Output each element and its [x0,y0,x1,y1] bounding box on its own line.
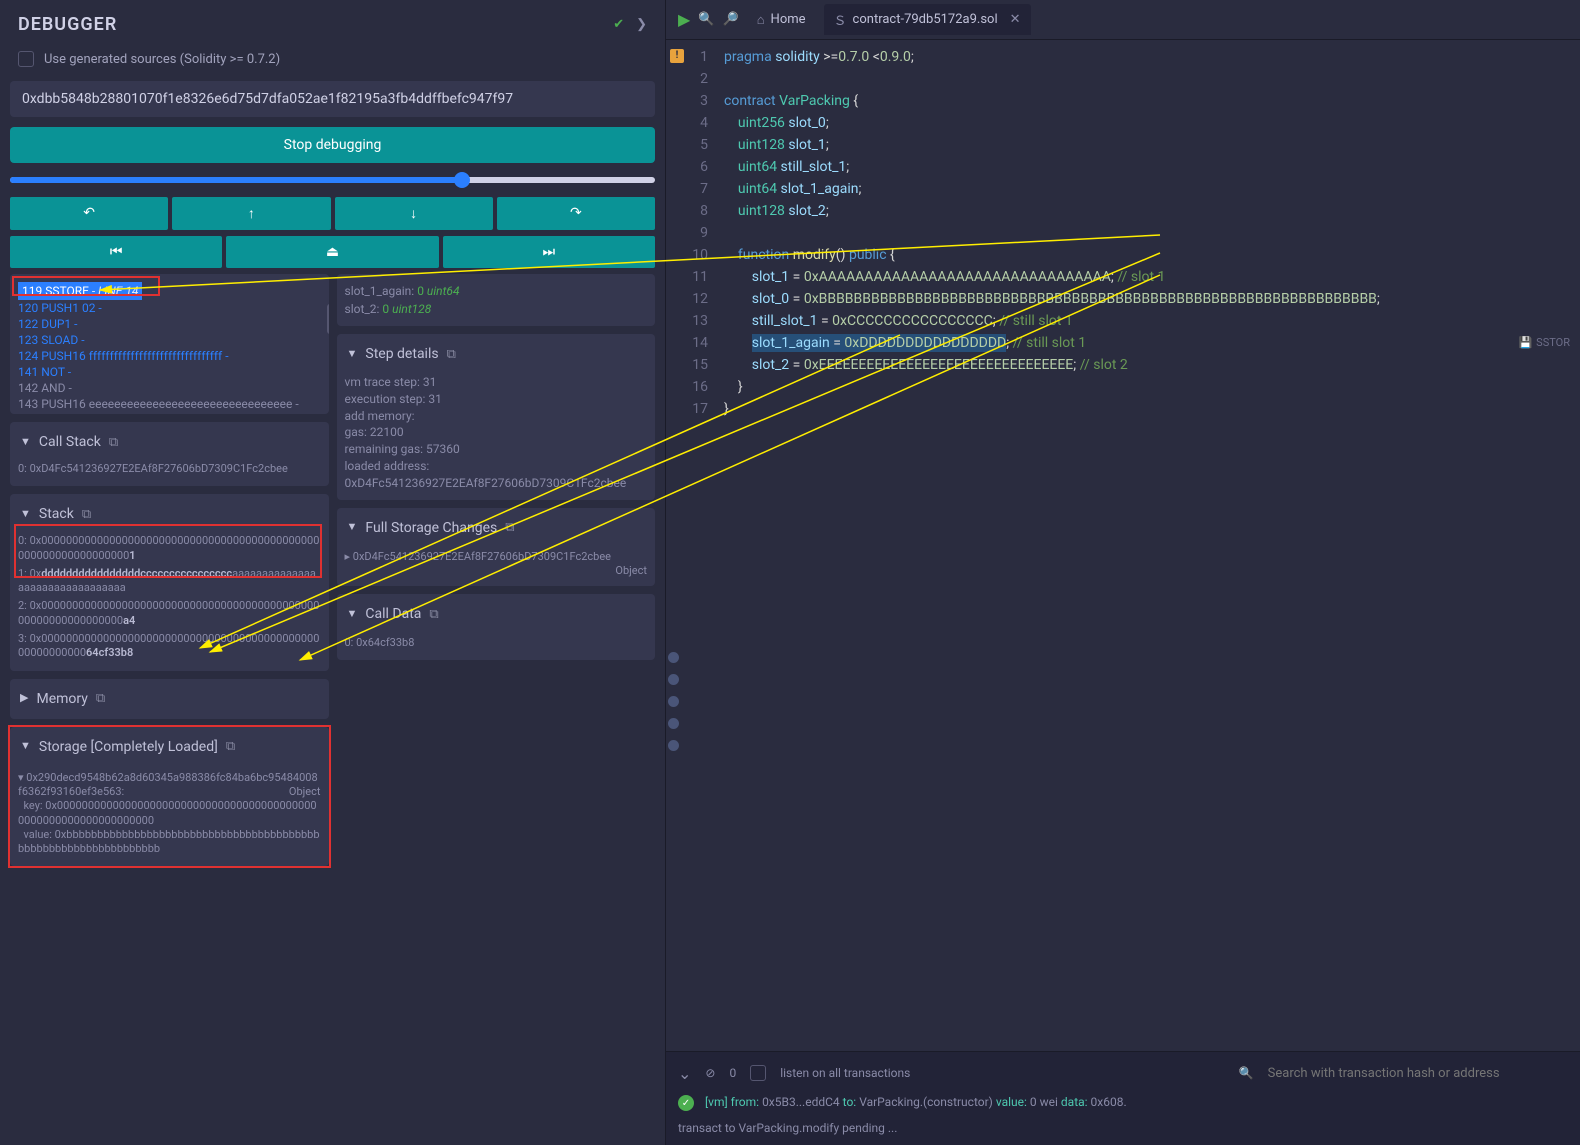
use-generated-label: Use generated sources (Solidity >= 0.7.2… [44,52,280,67]
collapse-icon[interactable]: ▼ [347,607,358,620]
debugger-title: DEBUGGER [18,14,117,35]
code-editor[interactable]: ! 1234567891011121314151617 pragma solid… [666,40,1580,1051]
step-forward-button[interactable]: ↷ [497,197,655,230]
storage-panel: ▼Storage [Completely Loaded]⧉ ▾ 0x290dec… [10,727,329,867]
opcode-scrollbar[interactable] [325,274,329,414]
editor-tabs: ▶ 🔍 🔎 ⌂Home Ｓcontract-79db5172a9.sol✕ [666,0,1580,40]
copy-icon[interactable]: ⧉ [109,435,118,450]
success-icon: ✓ [678,1095,694,1111]
collapse-icon[interactable]: ▼ [347,520,358,533]
terminal-line[interactable]: ✓ [vm] from: 0x5B3...eddC4 to: VarPackin… [678,1093,1568,1114]
call-stack-panel: ▼Call Stack⧉ 0: 0xD4Fc541236927E2EAf8F27… [10,422,329,486]
full-storage-panel: ▼Full Storage Changes⧉ ▸ 0xD4Fc541236927… [337,508,656,587]
search-icon[interactable]: 🔍 [1239,1066,1254,1080]
stop-debugging-button[interactable]: Stop debugging [10,127,655,163]
step-back-button[interactable]: ↶ [10,197,168,230]
jump-prev-button[interactable]: ⏮ [10,236,222,268]
step-up-button[interactable]: ↑ [172,197,330,230]
chevron-right-icon[interactable]: ❯ [636,17,647,32]
expand-icon[interactable]: ▶ [20,691,28,704]
terminal-line: transact to VarPacking.modify pending ..… [678,1113,1568,1137]
copy-icon[interactable]: ⧉ [82,507,91,522]
solidity-icon: Ｓ [834,10,847,29]
sstore-indicator: 💾SSTOR [1518,332,1570,354]
step-down-button[interactable]: ↓ [335,197,493,230]
call-stack-title: Call Stack [39,434,101,450]
copy-icon[interactable]: ⧉ [96,691,105,706]
terminal-collapse-icon[interactable]: ⌄ [678,1064,691,1083]
jump-out-button[interactable]: ⏏ [226,236,438,268]
terminal-search-input[interactable] [1268,1066,1568,1081]
terminal-panel: ⌄ ⊘ 0 listen on all transactions 🔍 ✓ [vm… [666,1051,1580,1145]
debugger-panel: DEBUGGER ✔ ❯ Use generated sources (Soli… [0,0,665,1145]
copy-icon[interactable]: ⧉ [429,607,438,622]
clear-icon[interactable]: ⊘ [705,1066,715,1080]
play-icon[interactable]: ▶ [678,10,690,29]
step-slider[interactable] [10,177,655,183]
call-data-title: Call Data [365,606,421,622]
step-details-panel: ▼Step details⧉ vm trace step: 31executio… [337,334,656,500]
step-details-title: Step details [365,346,438,362]
warning-icon[interactable]: ! [670,49,684,63]
collapse-icon[interactable]: ▼ [20,435,31,448]
listen-label: listen on all transactions [780,1066,910,1080]
use-generated-checkbox[interactable] [18,51,34,67]
opcode-panel: 119 SSTORE - LINE 14120 PUSH1 02 -122 DU… [10,274,329,414]
copy-icon[interactable]: ⧉ [447,347,456,362]
stack-title: Stack [39,506,74,522]
tab-contract-file[interactable]: Ｓcontract-79db5172a9.sol✕ [824,4,1031,35]
tab-home[interactable]: ⌂Home [747,6,816,34]
line-gutter: ! 1234567891011121314151617 [666,40,718,1051]
listen-checkbox[interactable] [750,1065,766,1081]
copy-icon[interactable]: ⧉ [505,520,514,535]
copy-icon[interactable]: ⧉ [226,739,235,754]
tx-hash-input[interactable]: 0xdbb5848b28801070f1e8326e6d75d7dfa052ae… [10,81,655,117]
memory-title: Memory [36,691,87,707]
code-area[interactable]: pragma solidity >=0.7.0 <0.9.0; contract… [718,40,1380,1051]
full-storage-title: Full Storage Changes [365,520,497,536]
save-icon: 💾 [1518,332,1532,354]
stack-panel: ▼Stack⧉ 0: 0x000000000000000000000000000… [10,494,329,670]
call-data-panel: ▼Call Data⧉ 0: 0x64cf33b8 [337,594,656,660]
zoom-in-icon[interactable]: 🔍 [698,12,714,27]
check-icon[interactable]: ✔ [613,17,624,32]
close-icon[interactable]: ✕ [1010,12,1021,27]
storage-title: Storage [Completely Loaded] [39,739,218,755]
jump-next-button[interactable]: ⏭ [443,236,655,268]
collapse-icon[interactable]: ▼ [20,507,31,520]
editor-panel: ▶ 🔍 🔎 ⌂Home Ｓcontract-79db5172a9.sol✕ ! … [665,0,1580,1145]
collapse-icon[interactable]: ▼ [347,347,358,360]
home-icon: ⌂ [757,12,765,28]
zoom-out-icon[interactable]: 🔎 [723,12,739,27]
locals-panel: slot_1_again: 0 uint64slot_2: 0 uint128 [337,274,656,326]
pending-count: 0 [729,1066,736,1080]
collapse-icon[interactable]: ▼ [20,739,31,752]
memory-panel: ▶ Memory ⧉ [10,679,329,719]
